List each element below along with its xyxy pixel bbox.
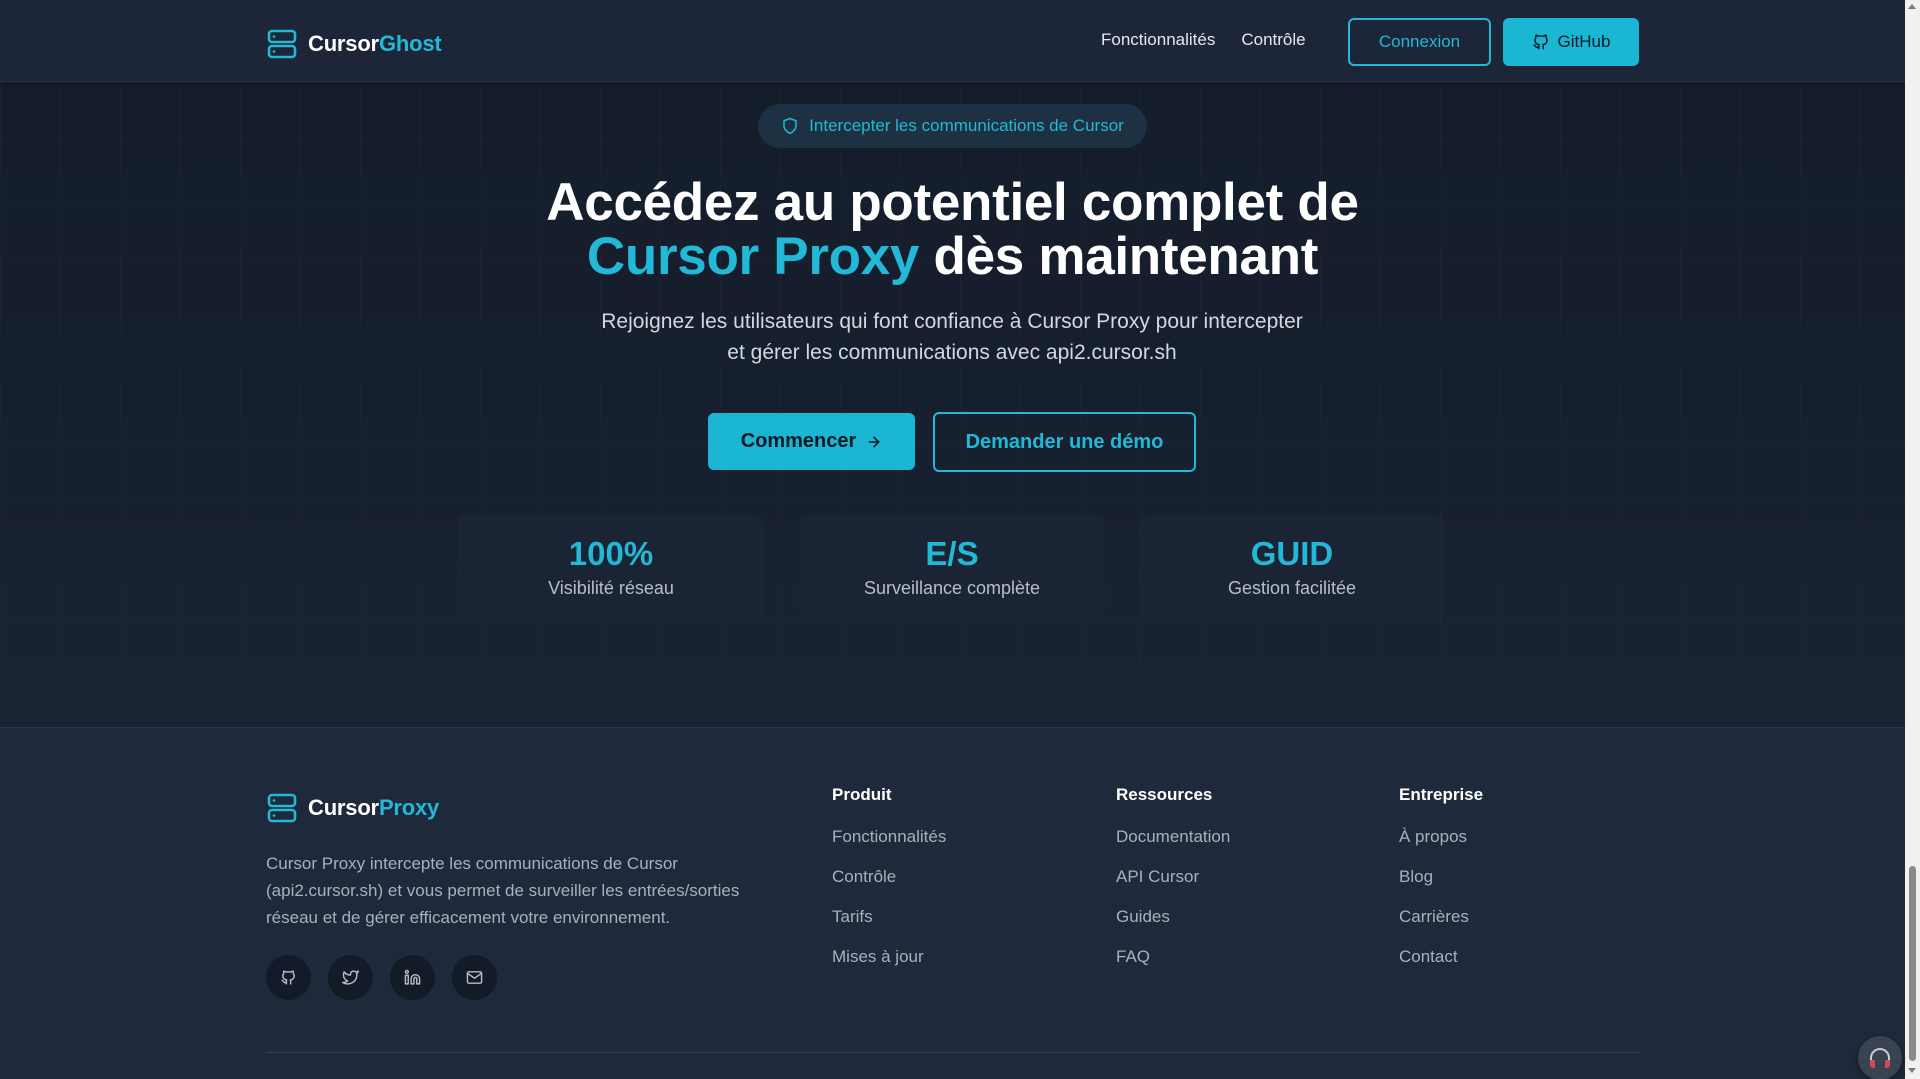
stat-value: E/S [925,535,979,572]
footer-link[interactable]: Tarifs [832,907,946,927]
footer-link[interactable]: FAQ [1116,947,1230,967]
github-icon [1533,34,1548,50]
stat-card-guid: GUID Gestion facilitée [1140,516,1444,618]
login-button[interactable]: Connexion [1348,18,1491,66]
request-demo-button[interactable]: Demander une démo [933,412,1196,472]
top-navbar: CursorGhost Fonctionnalités Contrôle Con… [0,0,1905,82]
footer-column-product: Produit Fonctionnalités Contrôle Tarifs … [832,785,946,987]
get-started-button[interactable]: Commencer [708,413,915,470]
hero-badge: Intercepter les communications de Cursor [758,104,1147,148]
footer-brand-logo[interactable]: CursorProxy [266,792,439,824]
arrow-right-icon [868,436,880,447]
github-button[interactable]: GitHub [1503,18,1639,66]
github-button-label: GitHub [1557,32,1611,51]
mail-icon [466,971,483,984]
nav-links: Fonctionnalités Contrôle [1101,30,1306,50]
footer-link[interactable]: Carrières [1399,907,1483,927]
page-scrollbar[interactable] [1905,0,1920,1079]
hero-title-line1: Accédez au potentiel complet de [546,173,1359,232]
footer-description: Cursor Proxy intercepte les communicatio… [266,854,740,927]
support-chat-button[interactable] [1858,1036,1902,1079]
footer-link[interactable]: Fonctionnalités [832,827,946,847]
get-started-label: Commencer [740,430,857,452]
headset-icon [1870,1048,1890,1068]
footer-link[interactable]: Documentation [1116,827,1230,847]
footer: CursorProxy Cursor Proxy intercepte les … [0,727,1905,1079]
footer-brand-primary: Cursor [308,795,379,820]
hero-subtitle-line1: Rejoignez les utilisateurs qui font conf… [601,310,1303,333]
nav-link-features[interactable]: Fonctionnalités [1101,30,1215,50]
social-github-button[interactable] [266,955,311,1000]
hero-title-accent: Cursor Proxy [586,227,920,286]
footer-divider [266,1052,1639,1053]
stat-label: Visibilité réseau [548,578,674,598]
nav-link-control[interactable]: Contrôle [1241,30,1305,50]
footer-column-title: Ressources [1116,785,1213,804]
social-twitter-button[interactable] [328,955,373,1000]
footer-brand-name: CursorProxy [308,795,439,821]
twitter-icon [342,970,359,985]
page: CursorGhost Fonctionnalités Contrôle Con… [0,0,1905,1079]
footer-link[interactable]: Guides [1116,907,1230,927]
hero-subtitle-line2: et gérer les communications avec api2.cu… [727,341,1177,364]
hero-title: Accédez au potentiel complet de Cursor P… [440,176,1465,284]
stat-label: Surveillance complète [863,578,1041,598]
brand-name-primary: Cursor [308,31,379,56]
hero-subtitle: Rejoignez les utilisateurs qui font conf… [552,306,1352,368]
footer-column-title: Produit [832,785,892,804]
brand-name: CursorGhost [308,31,442,57]
footer-link[interactable]: À propos [1399,827,1483,847]
footer-link[interactable]: API Cursor [1116,867,1230,887]
footer-brand-accent: Proxy [378,795,440,820]
stat-card-io: E/S Surveillance complète [800,516,1104,618]
footer-column-title: Entreprise [1399,785,1484,804]
hero-badge-text: Intercepter les communications de Cursor [809,116,1124,135]
hero-title-line2: dès maintenant [919,227,1319,286]
footer-link[interactable]: Contrôle [832,867,946,887]
scrollbar-thumb[interactable] [1909,866,1916,1061]
footer-link[interactable]: Contact [1399,947,1483,967]
social-mail-button[interactable] [452,955,497,1000]
scroll-down-arrow-icon[interactable] [1908,1068,1916,1073]
stat-label: Gestion facilitée [1227,578,1357,598]
footer-link[interactable]: Mises à jour [832,947,946,967]
footer-column-resources: Ressources Documentation API Cursor Guid… [1116,785,1230,987]
social-links [266,955,497,1000]
shield-icon [783,117,797,135]
linkedin-icon [404,969,421,985]
brand-name-accent: Ghost [378,31,442,56]
brand-logo[interactable]: CursorGhost [266,28,442,60]
stat-value: 100% [568,535,654,572]
server-icon [267,29,297,59]
server-icon [267,793,297,823]
github-icon [281,970,295,985]
scroll-up-arrow-icon[interactable] [1908,4,1916,9]
stat-card-visibility: 100% Visibilité réseau [459,516,763,618]
stat-value: GUID [1250,535,1334,572]
social-linkedin-button[interactable] [390,955,435,1000]
footer-column-company: Entreprise À propos Blog Carrières Conta… [1399,785,1483,987]
footer-link[interactable]: Blog [1399,867,1483,887]
